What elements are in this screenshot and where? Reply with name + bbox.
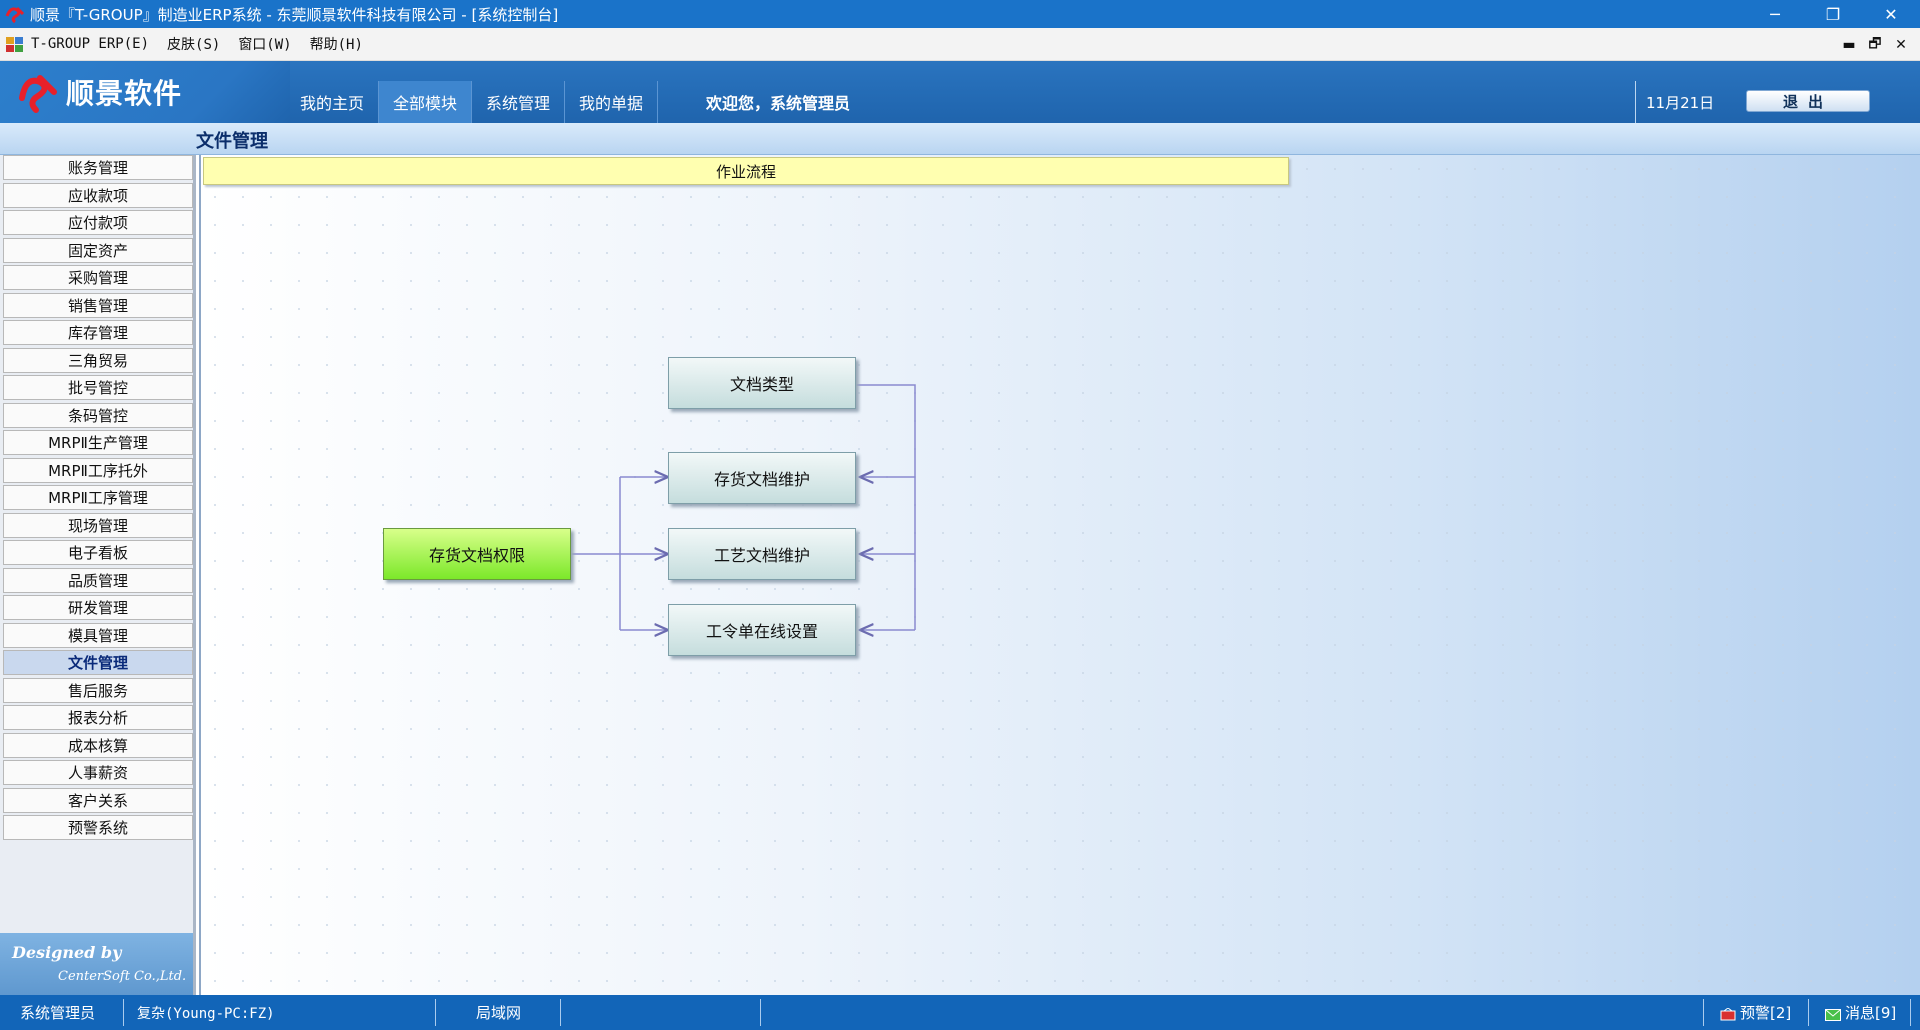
sidebar-item-mrp-outsourcing[interactable]: MRPⅡ工序托外 (3, 457, 193, 483)
window-titlebar: 顺景『T-GROUP』制造业ERP系统 - 东莞顺景软件科技有限公司 - [系统… (0, 0, 1920, 28)
sidebar-item-mrp-production[interactable]: MRPⅡ生产管理 (3, 430, 193, 455)
mdi-restore-button[interactable]: 🗗 (1862, 33, 1888, 57)
status-messages[interactable]: 消息[9] (1825, 995, 1896, 1030)
alert-icon (1720, 1006, 1736, 1020)
restore-button[interactable]: ❐ (1804, 0, 1862, 28)
brand-name: 顺景软件 (66, 77, 183, 110)
module-sidebar: 账务管理 应收款项 应付款项 固定资产 采购管理 销售管理 库存管理 三角贸易 … (0, 155, 196, 995)
erp-app-icon (5, 35, 25, 53)
sidebar-item-costing[interactable]: 成本核算 (3, 732, 193, 758)
mdi-close-button[interactable]: ✕ (1888, 37, 1914, 53)
node-inventory-doc-permission[interactable]: 存货文档权限 (383, 528, 571, 580)
status-alerts[interactable]: 预警[2] (1720, 995, 1791, 1030)
sidebar-item-mrp-process[interactable]: MRPⅡ工序管理 (3, 485, 193, 510)
status-user: 系统管理员 (20, 1004, 96, 1022)
sidebar-item-e-kanban[interactable]: 电子看板 (3, 540, 193, 565)
window-title: 顺景『T-GROUP』制造业ERP系统 - 东莞顺景软件科技有限公司 - [系统… (30, 5, 559, 24)
centersoft-logo-icon (16, 70, 58, 114)
connector-doctype-bus (856, 384, 916, 630)
window-controls: ─ ❐ ✕ (1746, 0, 1920, 28)
brand: 顺景软件 (0, 61, 290, 123)
node-inventory-doc-maintenance[interactable]: 存货文档维护 (668, 452, 856, 504)
node-workorder-online-setup[interactable]: 工令单在线设置 (668, 604, 856, 656)
company-name: CenterSoft Co.,Ltd. (58, 969, 187, 984)
tab-system-management[interactable]: 系统管理 (472, 81, 566, 123)
sidebar-item-hr-payroll[interactable]: 人事薪资 (3, 760, 193, 785)
sidebar-item-batch-control[interactable]: 批号管控 (3, 375, 193, 400)
message-envelope-icon (1825, 1007, 1841, 1021)
sidebar-item-purchasing[interactable]: 采购管理 (3, 265, 193, 290)
status-separator (1703, 999, 1704, 1026)
status-bar: 系统管理员 复杂(Young-PC:FZ) 局域网 预警[2] 消息[9] (0, 995, 1920, 1030)
nav-tabs: 我的主页 全部模块 系统管理 我的单据 (286, 81, 659, 123)
status-separator (1910, 999, 1911, 1026)
sidebar-item-barcode-control[interactable]: 条码管控 (3, 402, 193, 428)
welcome-message: 欢迎您，系统管理员 (706, 94, 851, 113)
status-database: 复杂(Young-PC:FZ) (137, 1005, 275, 1022)
node-process-doc-maintenance[interactable]: 工艺文档维护 (668, 528, 856, 580)
sidebar-item-reports[interactable]: 报表分析 (3, 705, 193, 730)
sidebar-item-receivables[interactable]: 应收款项 (3, 182, 193, 208)
menu-help[interactable]: 帮助(H) (310, 34, 363, 54)
sidebar-item-payables[interactable]: 应付款项 (3, 210, 193, 235)
menu-erp[interactable]: T-GROUP ERP(E) (31, 36, 149, 52)
status-network: 局域网 (476, 1004, 522, 1022)
status-messages-label: 消息[9] (1845, 1004, 1897, 1022)
top-navigation: 顺景软件 我的主页 全部模块 系统管理 我的单据 欢迎您，系统管理员 11月21… (0, 61, 1920, 123)
status-alerts-label: 预警[2] (1740, 1004, 1792, 1022)
close-button[interactable]: ✕ (1862, 0, 1920, 28)
sidebar-item-rnd[interactable]: 研发管理 (3, 595, 193, 620)
designed-by-label: Designed by (12, 943, 122, 962)
status-separator (435, 999, 436, 1026)
node-document-type[interactable]: 文档类型 (668, 357, 856, 409)
status-separator (123, 999, 124, 1026)
sidebar-item-after-sales[interactable]: 售后服务 (3, 677, 193, 703)
status-separator (1808, 999, 1809, 1026)
logout-button[interactable]: 退出 (1746, 90, 1870, 112)
mdi-minimize-button[interactable]: ▬ (1836, 37, 1862, 53)
sidebar-item-sales[interactable]: 销售管理 (3, 292, 193, 318)
sidebar-item-accounting[interactable]: 账务管理 (3, 155, 193, 180)
sidebar-item-fixed-assets[interactable]: 固定资产 (3, 237, 193, 263)
section-band: 文件管理 (0, 123, 1920, 155)
page-title: 文件管理 (196, 131, 268, 152)
sidebar-item-shop-floor[interactable]: 现场管理 (3, 512, 193, 538)
sidebar-item-crm[interactable]: 客户关系 (3, 787, 193, 813)
sidebar-item-file-management[interactable]: 文件管理 (3, 650, 193, 675)
sidebar-item-triangular-trade[interactable]: 三角贸易 (3, 347, 193, 373)
tab-my-home[interactable]: 我的主页 (286, 81, 380, 123)
mdi-controls: ▬ 🗗 ✕ (1836, 28, 1914, 61)
menu-window[interactable]: 窗口(W) (238, 34, 291, 54)
status-separator (560, 999, 561, 1026)
workflow-canvas: 作业流程 文档类型 存货文档维护 存货文档权限 工艺文档维护 工令单在线设置 (199, 155, 1920, 995)
menu-skin[interactable]: 皮肤(S) (167, 34, 220, 54)
sidebar-item-quality[interactable]: 品质管理 (3, 567, 193, 593)
tab-my-documents[interactable]: 我的单据 (565, 81, 659, 123)
status-separator (760, 999, 761, 1026)
app-logo-icon (4, 3, 26, 25)
menu-bar: T-GROUP ERP(E) 皮肤(S) 窗口(W) 帮助(H) ▬ 🗗 ✕ (0, 28, 1920, 61)
designed-by-banner: Designed by CenterSoft Co.,Ltd. (0, 933, 193, 995)
sidebar-item-inventory[interactable]: 库存管理 (3, 320, 193, 345)
sidebar-item-alert-system[interactable]: 预警系统 (3, 815, 193, 840)
tab-all-modules[interactable]: 全部模块 (379, 81, 473, 123)
current-date: 11月21日 (1635, 81, 1714, 123)
sidebar-item-molds[interactable]: 模具管理 (3, 622, 193, 648)
minimize-button[interactable]: ─ (1746, 0, 1804, 28)
